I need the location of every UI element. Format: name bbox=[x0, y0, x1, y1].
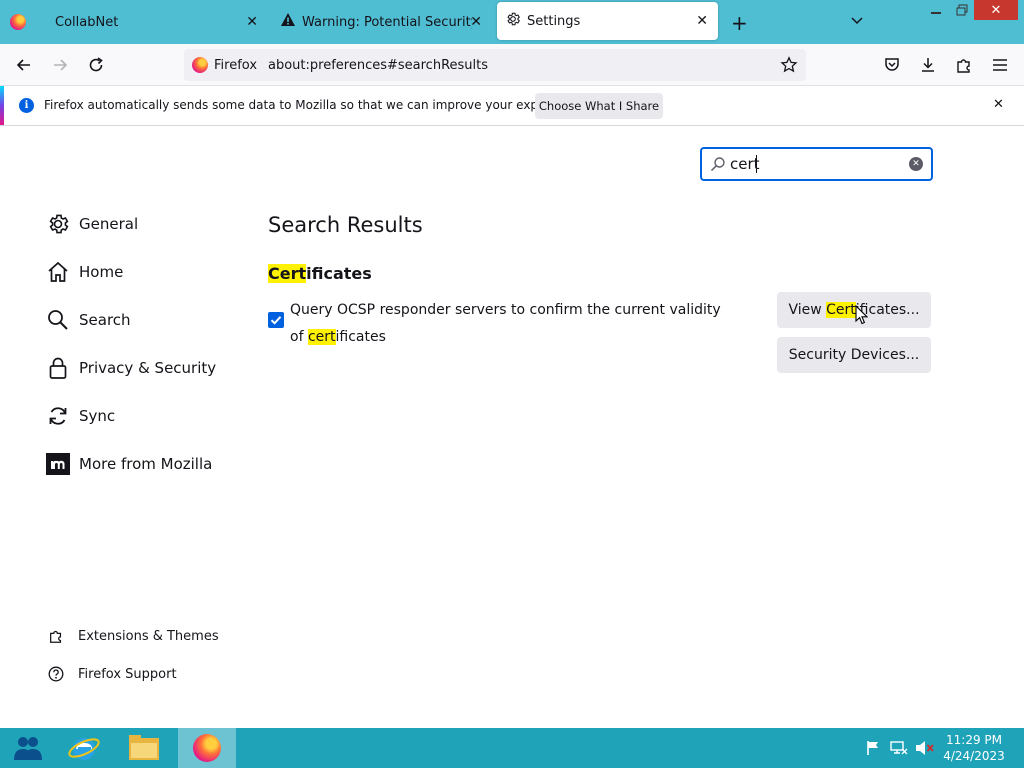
sidebar-item-label: General bbox=[79, 215, 139, 233]
data-collection-notification-bar: i Firefox automatically sends some data … bbox=[0, 86, 1024, 126]
extensions-puzzle-icon[interactable] bbox=[954, 55, 974, 75]
pocket-icon[interactable] bbox=[882, 55, 902, 75]
tab-title: Settings bbox=[527, 13, 581, 29]
checkmark-icon bbox=[270, 316, 282, 325]
restore-window-button[interactable] bbox=[950, 0, 974, 20]
downloads-icon[interactable] bbox=[918, 55, 938, 75]
home-icon bbox=[46, 260, 70, 284]
sidebar-item-label: Sync bbox=[79, 407, 116, 425]
sidebar-footer-extensions-themes[interactable]: Extensions & Themes bbox=[48, 626, 219, 646]
view-certificates-prefix: View bbox=[788, 302, 827, 318]
certificates-section-title: Certificates bbox=[268, 264, 372, 283]
clock-time: 11:29 PM bbox=[946, 733, 1002, 747]
tab-settings[interactable]: Settings ✕ bbox=[497, 2, 718, 40]
sidebar-item-label: More from Mozilla bbox=[79, 455, 213, 473]
gear-icon bbox=[46, 212, 70, 236]
tab-title: Warning: Potential Security Risk bbox=[302, 14, 472, 30]
network-icon[interactable] bbox=[890, 740, 908, 760]
search-results-heading: Search Results bbox=[268, 213, 423, 237]
ocsp-text-rest: ificates bbox=[335, 329, 386, 345]
sidebar-item-more-from-mozilla[interactable]: More from Mozilla bbox=[46, 450, 212, 478]
windows-taskbar: 11:29 PM 4/24/2023 bbox=[0, 728, 1024, 768]
help-icon bbox=[48, 666, 66, 682]
gear-icon bbox=[505, 11, 521, 31]
footer-item-label: Extensions & Themes bbox=[78, 628, 219, 644]
close-window-button[interactable]: ✕ bbox=[974, 0, 1018, 20]
firefox-icon bbox=[193, 734, 221, 762]
identity-label: Firefox bbox=[214, 57, 258, 73]
ocsp-checkbox[interactable] bbox=[268, 312, 284, 328]
tab-collabnet[interactable]: CollabNet ✕ bbox=[40, 0, 268, 44]
internet-explorer-icon bbox=[68, 738, 100, 760]
list-all-tabs-chevron-icon[interactable] bbox=[850, 12, 864, 31]
info-icon: i bbox=[19, 98, 34, 113]
ocsp-highlight: cert bbox=[307, 329, 336, 345]
volume-muted-icon[interactable] bbox=[915, 740, 935, 760]
internet-explorer-taskbar-button[interactable] bbox=[56, 728, 112, 768]
back-arrow-icon[interactable] bbox=[14, 55, 34, 75]
sidebar-item-label: Privacy & Security bbox=[79, 359, 217, 377]
reload-icon[interactable] bbox=[86, 55, 106, 75]
lock-icon bbox=[46, 356, 70, 380]
minimize-window-button[interactable] bbox=[924, 0, 948, 20]
view-certificates-button[interactable]: View Cert ificates... bbox=[777, 292, 931, 328]
clear-search-icon[interactable]: ✕ bbox=[909, 157, 923, 171]
sidebar-item-label: Home bbox=[79, 263, 124, 281]
system-clock[interactable]: 11:29 PM 4/24/2023 bbox=[940, 732, 1008, 764]
search-icon bbox=[710, 156, 726, 176]
tab-security-warning[interactable]: Warning: Potential Security Risk ✕ bbox=[270, 0, 492, 44]
windows-users-icon bbox=[14, 737, 42, 760]
notification-accent-stripe bbox=[0, 86, 4, 125]
sidebar-item-home[interactable]: Home bbox=[46, 258, 123, 286]
sidebar-item-sync[interactable]: Sync bbox=[46, 402, 115, 430]
search-icon bbox=[46, 308, 70, 332]
url-text[interactable]: about:preferences#searchResults bbox=[268, 58, 488, 73]
firefox-taskbar-button[interactable] bbox=[178, 728, 236, 768]
title-rest: ificates bbox=[306, 264, 372, 283]
tab-title: CollabNet bbox=[55, 14, 119, 30]
notification-message: Firefox automatically sends some data to… bbox=[44, 98, 587, 112]
security-devices-label: Security Devices... bbox=[788, 347, 920, 363]
close-tab-icon[interactable]: ✕ bbox=[246, 14, 258, 30]
sidebar-item-privacy-security[interactable]: Privacy & Security bbox=[46, 354, 216, 382]
firefox-menu-icon[interactable] bbox=[10, 14, 26, 34]
sidebar-item-search[interactable]: Search bbox=[46, 306, 131, 334]
mozilla-icon bbox=[46, 452, 70, 476]
url-bar[interactable]: Firefox about:preferences#searchResults bbox=[184, 49, 806, 81]
sync-icon bbox=[46, 404, 70, 428]
file-explorer-taskbar-button[interactable] bbox=[116, 728, 172, 768]
sidebar-item-general[interactable]: General bbox=[46, 210, 138, 238]
puzzle-icon bbox=[48, 628, 66, 644]
clock-date: 4/24/2023 bbox=[943, 749, 1005, 763]
find-in-settings-search[interactable]: cert ✕ bbox=[700, 147, 933, 181]
search-caret bbox=[756, 155, 757, 173]
close-tab-icon[interactable]: ✕ bbox=[696, 13, 708, 29]
sidebar-item-label: Search bbox=[79, 311, 131, 329]
choose-what-i-share-button[interactable]: Choose What I Share bbox=[535, 93, 663, 119]
sidebar-footer-firefox-support[interactable]: Firefox Support bbox=[48, 664, 177, 684]
choose-what-i-share-label: Choose What I Share bbox=[538, 99, 660, 113]
close-notification-icon[interactable]: ✕ bbox=[993, 97, 1004, 112]
title-highlight: Cert bbox=[268, 264, 307, 283]
view-certificates-highlight: Cert bbox=[826, 302, 856, 318]
bookmark-star-icon[interactable] bbox=[780, 56, 798, 78]
mouse-cursor-icon bbox=[855, 304, 869, 329]
app-menu-hamburger-icon[interactable] bbox=[990, 55, 1010, 75]
forward-arrow-icon[interactable] bbox=[50, 55, 70, 75]
tab-strip: CollabNet ✕ Warning: Potential Security … bbox=[0, 0, 1024, 44]
ocsp-checkbox-label[interactable]: Query OCSP responder servers to confirm … bbox=[290, 297, 730, 351]
identity-box[interactable]: Firefox bbox=[192, 57, 257, 73]
close-tab-icon[interactable]: ✕ bbox=[470, 14, 482, 30]
firefox-icon bbox=[192, 57, 208, 73]
navigation-toolbar: Firefox about:preferences#searchResults bbox=[0, 44, 1024, 86]
folder-icon bbox=[129, 735, 159, 760]
action-center-flag-icon[interactable] bbox=[866, 740, 880, 760]
security-devices-button[interactable]: Security Devices... bbox=[777, 337, 931, 373]
footer-item-label: Firefox Support bbox=[78, 666, 177, 682]
new-tab-button[interactable]: + bbox=[731, 11, 748, 35]
start-button[interactable] bbox=[0, 728, 56, 768]
warning-icon bbox=[280, 12, 296, 32]
